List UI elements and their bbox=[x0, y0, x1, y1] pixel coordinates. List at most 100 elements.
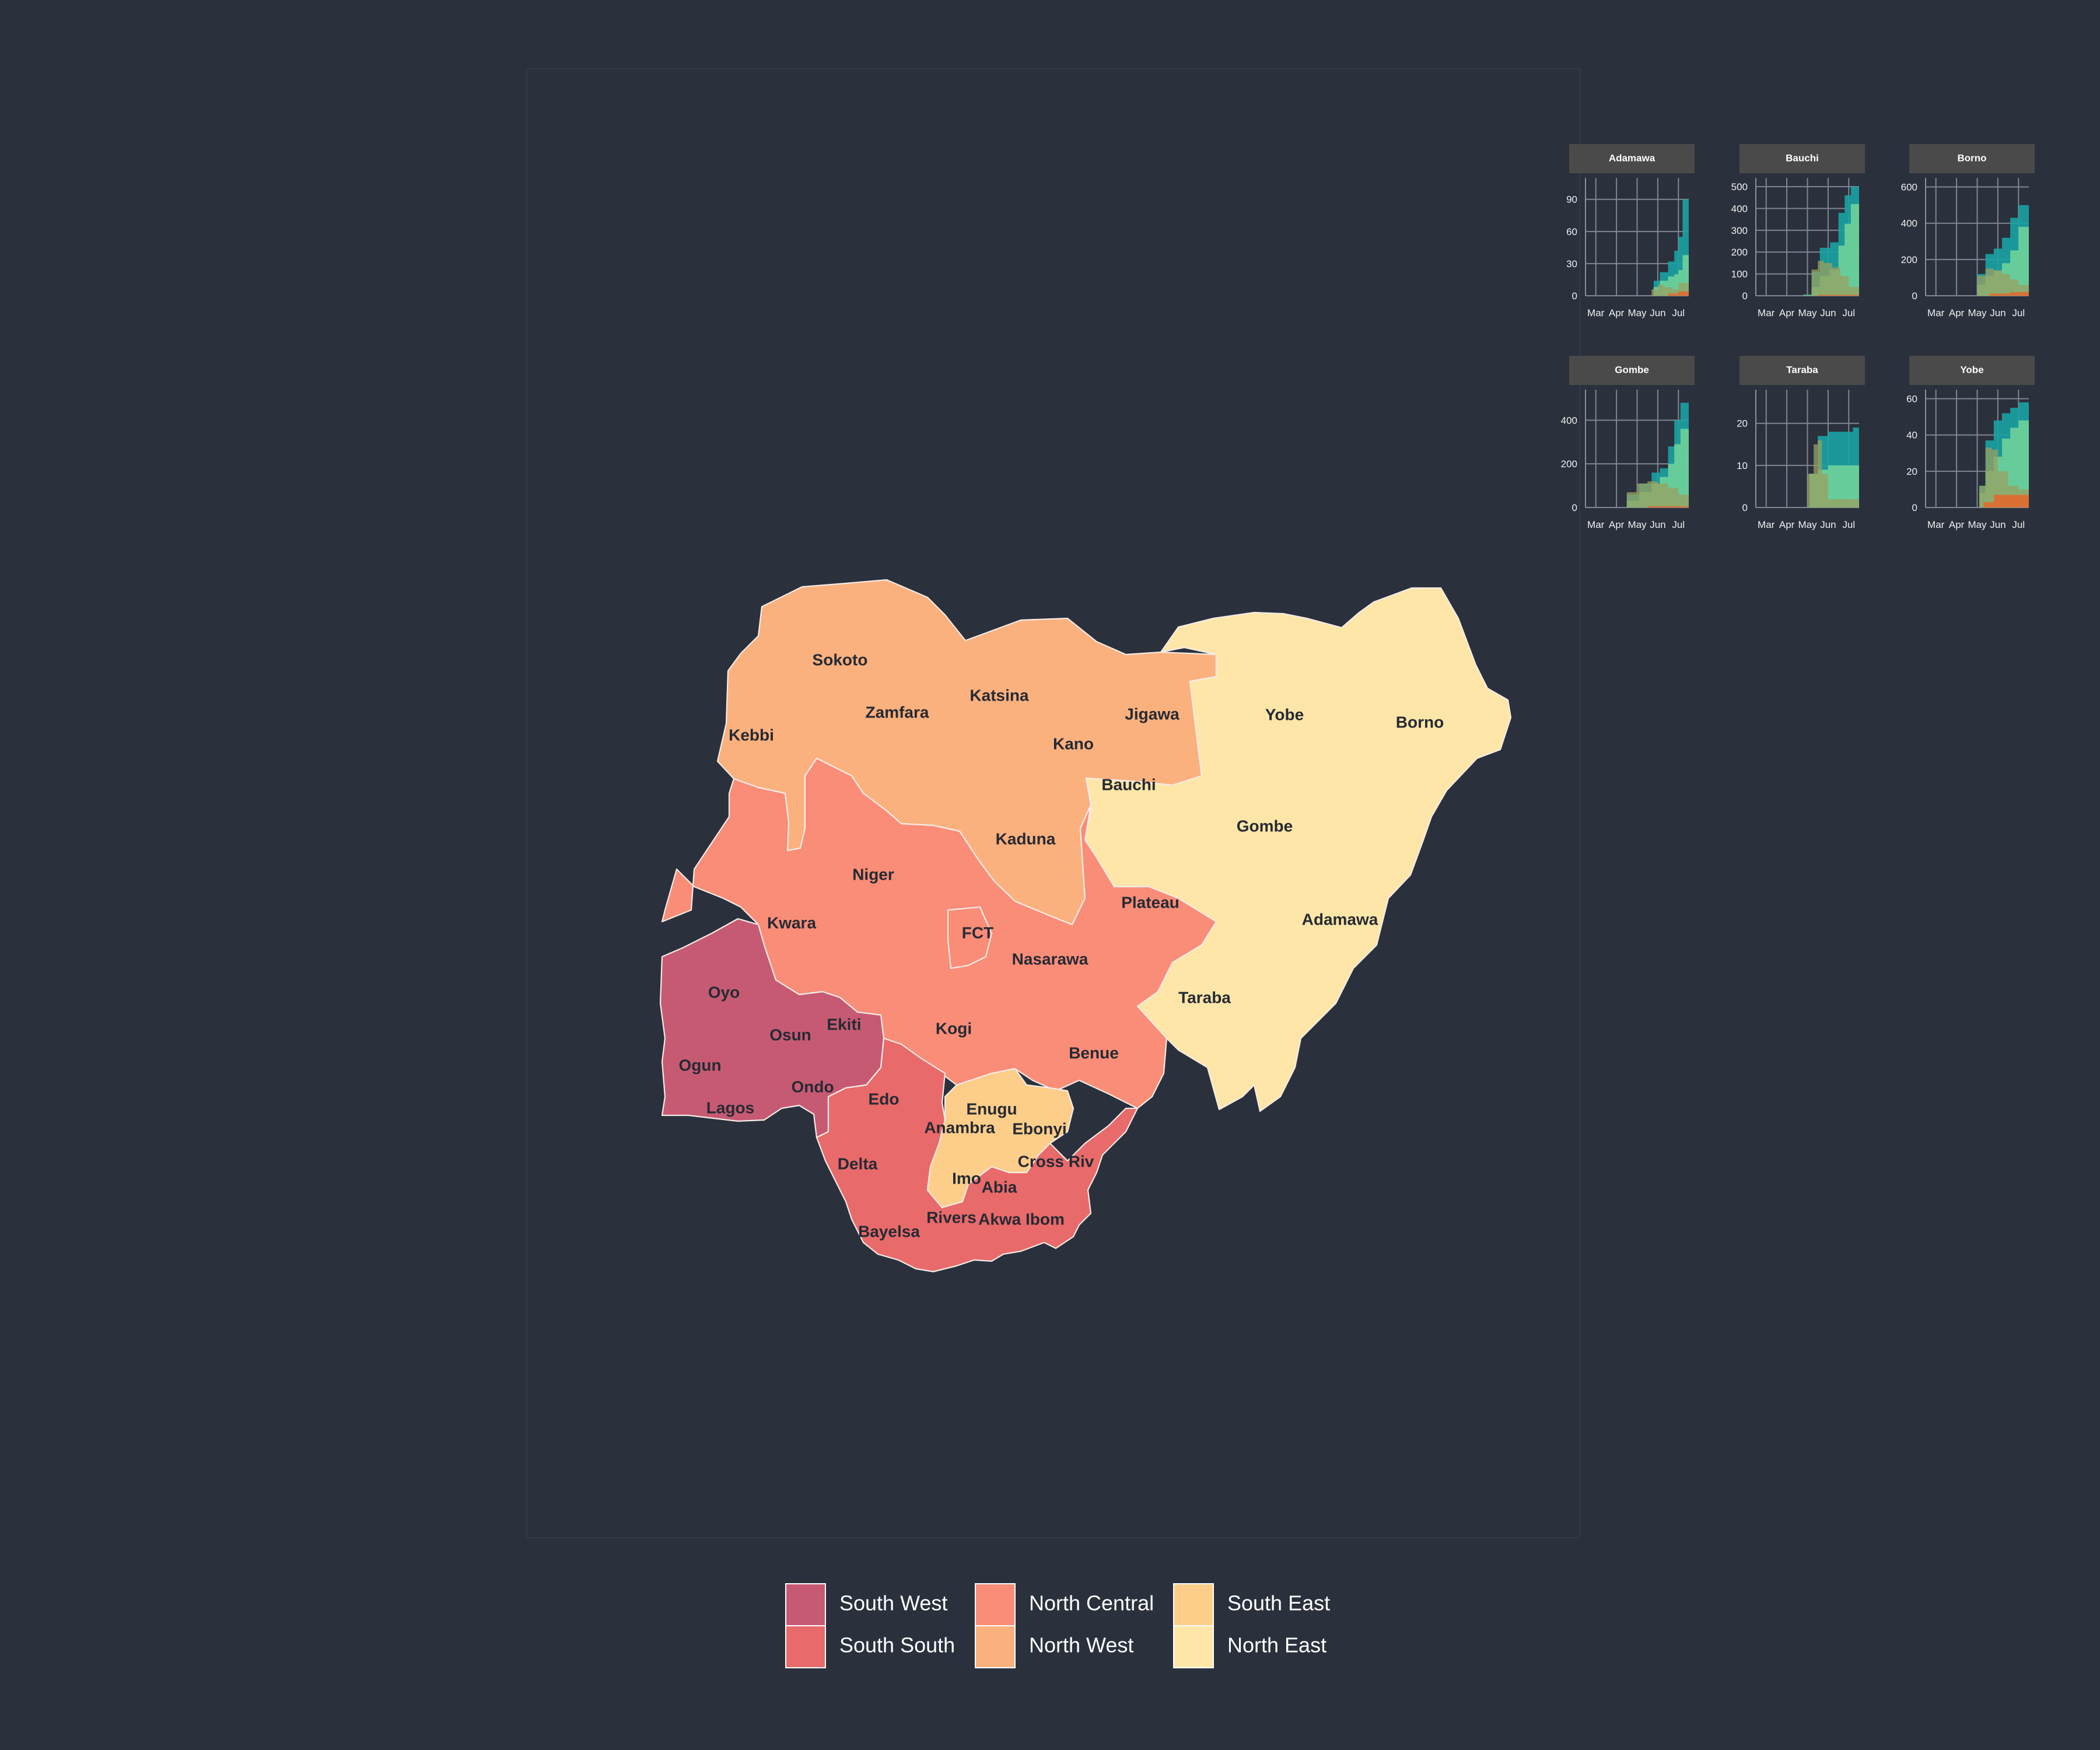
legend: South West South South North Central North … bbox=[785, 1583, 1330, 1668]
facet-taraba: Taraba 0 10 20 Mar Apr May Jun Jul bbox=[1737, 356, 1865, 530]
x-tick-label: Mar bbox=[1927, 307, 1945, 318]
y-tick-label: 40 bbox=[1906, 430, 1917, 441]
y-tick-label: 0 bbox=[1572, 290, 1577, 302]
y-tick-label: 0 bbox=[1912, 290, 1917, 302]
state-label-ebonyi: Ebonyi bbox=[1012, 1119, 1066, 1138]
x-tick-label: Mar bbox=[1587, 307, 1605, 318]
state-label-nasarawa: Nasarawa bbox=[1012, 950, 1088, 968]
state-label-ekiti: Ekiti bbox=[827, 1015, 861, 1033]
y-tick-label: 0 bbox=[1572, 502, 1577, 513]
state-label-ogun: Ogun bbox=[678, 1056, 721, 1074]
legend-label: South East bbox=[1227, 1591, 1330, 1615]
state-label-akwa-ibom: Akwa Ibom bbox=[978, 1210, 1065, 1228]
state-label-kaduna: Kaduna bbox=[996, 830, 1056, 848]
facet-gombe: Gombe 0 200 400 Mar Apr May Jun Jul bbox=[1561, 356, 1695, 530]
y-tick-label: 20 bbox=[1737, 418, 1748, 429]
y-tick-label: 30 bbox=[1566, 258, 1577, 270]
facet-bauchi: Bauchi 0 100 200 300 400 500 Mar Apr May Jun Jul bbox=[1731, 144, 1865, 318]
x-tick-label: Jul bbox=[1672, 519, 1685, 530]
facet-title: Gombe bbox=[1615, 364, 1649, 375]
facet-yobe: Yobe 0 20 40 60 Mar Apr May Jun Jul bbox=[1906, 356, 2035, 530]
legend-swatch bbox=[1173, 1625, 1214, 1668]
x-tick-label: Jun bbox=[1820, 519, 1836, 530]
y-tick-label: 90 bbox=[1566, 194, 1577, 205]
y-tick-label: 200 bbox=[1901, 254, 1917, 265]
y-tick-label: 600 bbox=[1901, 182, 1917, 193]
x-tick-label: Jun bbox=[1650, 519, 1665, 530]
y-tick-label: 0 bbox=[1742, 502, 1748, 513]
facet-title: Bauchi bbox=[1786, 152, 1819, 163]
state-label-imo: Imo bbox=[952, 1169, 981, 1187]
state-label-yobe: Yobe bbox=[1265, 705, 1304, 723]
x-tick-label: Jun bbox=[1650, 307, 1665, 318]
state-label-plateau: Plateau bbox=[1121, 893, 1180, 911]
x-tick-label: May bbox=[1968, 519, 1987, 530]
y-tick-label: 10 bbox=[1737, 460, 1748, 471]
x-tick-label: Apr bbox=[1949, 519, 1965, 530]
legend-item-north-central: North Central bbox=[975, 1583, 1154, 1626]
y-tick-label: 100 bbox=[1731, 269, 1748, 280]
y-tick-label: 300 bbox=[1731, 225, 1748, 236]
x-tick-label: Mar bbox=[1758, 519, 1775, 530]
state-label-benue: Benue bbox=[1069, 1044, 1119, 1062]
state-label-lagos: Lagos bbox=[706, 1098, 754, 1116]
state-label-borno: Borno bbox=[1396, 713, 1444, 731]
x-tick-label: Apr bbox=[1949, 307, 1965, 318]
legend-swatch bbox=[1173, 1583, 1214, 1626]
facet-title: Adamawa bbox=[1609, 152, 1656, 163]
x-tick-label: Jul bbox=[1672, 307, 1685, 318]
state-label-kwara: Kwara bbox=[767, 914, 816, 932]
legend-item-south-south: South South bbox=[785, 1625, 955, 1668]
state-label-zamfara: Zamfara bbox=[866, 703, 929, 721]
legend-item-north-east: North East bbox=[1173, 1625, 1326, 1668]
state-label-niger: Niger bbox=[852, 865, 894, 883]
x-tick-label: Apr bbox=[1779, 307, 1795, 318]
y-tick-label: 200 bbox=[1731, 247, 1748, 258]
facet-title: Taraba bbox=[1786, 364, 1818, 375]
legend-label: South South bbox=[839, 1633, 955, 1657]
x-tick-label: May bbox=[1798, 307, 1817, 318]
y-tick-label: 60 bbox=[1906, 394, 1917, 405]
x-tick-label: Apr bbox=[1609, 519, 1625, 530]
legend-item-south-east: South East bbox=[1173, 1583, 1330, 1626]
facet-borno: Borno 0 200 400 600 Mar Apr May Jun Jul bbox=[1901, 144, 2035, 318]
legend-swatch bbox=[785, 1625, 826, 1668]
legend-label: North Central bbox=[1029, 1591, 1154, 1615]
x-tick-label: Mar bbox=[1587, 519, 1605, 530]
x-tick-label: Jun bbox=[1990, 519, 2006, 530]
state-label-adamawa: Adamawa bbox=[1302, 910, 1378, 928]
state-label-bayelsa: Bayelsa bbox=[858, 1222, 920, 1240]
state-label-ondo: Ondo bbox=[791, 1077, 834, 1096]
state-label-anambra: Anambra bbox=[924, 1118, 995, 1136]
facet-title: Yobe bbox=[1960, 364, 1983, 375]
x-tick-label: May bbox=[1628, 307, 1647, 318]
y-tick-label: 400 bbox=[1561, 415, 1577, 426]
legend-label: South West bbox=[839, 1591, 947, 1615]
y-tick-label: 500 bbox=[1731, 181, 1748, 192]
legend-swatch bbox=[785, 1583, 826, 1626]
x-tick-label: May bbox=[1798, 519, 1817, 530]
x-tick-label: Jul bbox=[1842, 307, 1855, 318]
legend-label: North East bbox=[1227, 1633, 1326, 1657]
legend-swatch bbox=[975, 1625, 1016, 1668]
state-label-sokoto: Sokoto bbox=[813, 650, 868, 668]
y-tick-label: 0 bbox=[1742, 290, 1748, 302]
state-label-kebbi: Kebbi bbox=[729, 726, 774, 744]
x-tick-label: May bbox=[1628, 519, 1647, 530]
state-label-kogi: Kogi bbox=[936, 1019, 972, 1037]
y-tick-label: 20 bbox=[1906, 466, 1917, 477]
x-tick-label: May bbox=[1968, 307, 1987, 318]
state-label-enugu: Enugu bbox=[966, 1100, 1017, 1118]
legend-item-north-west: North West bbox=[975, 1625, 1133, 1668]
x-tick-label: Jul bbox=[1842, 519, 1855, 530]
x-tick-label: Apr bbox=[1779, 519, 1795, 530]
x-tick-label: Jun bbox=[1820, 307, 1836, 318]
state-label-katsina: Katsina bbox=[970, 686, 1029, 704]
state-label-cross-river: Cross Riv bbox=[1018, 1152, 1094, 1170]
y-tick-label: 200 bbox=[1561, 459, 1577, 470]
y-tick-label: 0 bbox=[1912, 502, 1917, 513]
map-figure: Sokoto Zamfara Kebbi Katsina Kano Jigawa Kadun… bbox=[526, 68, 2035, 1668]
x-tick-label: Apr bbox=[1609, 307, 1625, 318]
x-tick-label: Mar bbox=[1758, 307, 1775, 318]
state-label-gombe: Gombe bbox=[1237, 817, 1293, 835]
